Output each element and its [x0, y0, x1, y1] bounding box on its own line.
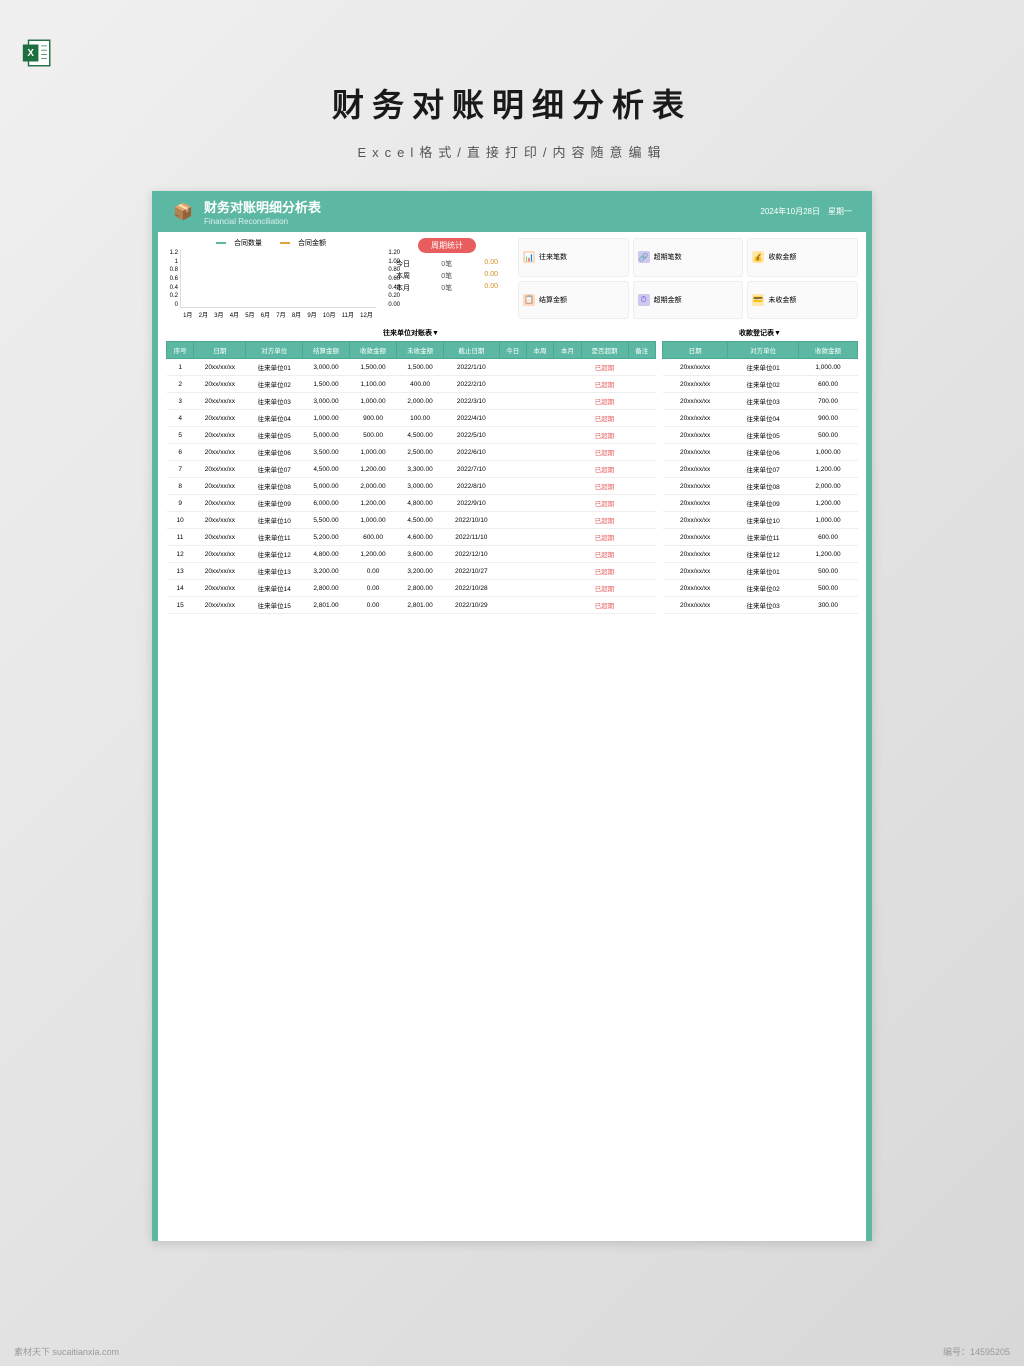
table-row: 20xx/xx/xx往来单位03300.00: [663, 597, 858, 614]
card-label: 未收金额: [768, 295, 796, 305]
stats-row: 本周0笔0.00: [382, 270, 512, 282]
table-row: 20xx/xx/xx往来单位091,200.00: [663, 495, 858, 512]
period-stats: 周期统计 今日0笔0.00本周0笔0.00本月0笔0.00: [382, 238, 512, 319]
watermark: 素材天下 sucaitianxia.com: [14, 1345, 119, 1358]
table-row: 1420xx/xx/xx往来单位142,800.000.002,800.0020…: [167, 580, 656, 597]
card-label: 结算金额: [539, 295, 567, 305]
table-row: 20xx/xx/xx往来单位02600.00: [663, 376, 858, 393]
card-icon: ⏱: [638, 294, 650, 306]
chart-y-right: 1.201.000.800.600.400.200.00: [388, 250, 400, 308]
page-subtitle: Excel格式/直接打印/内容随意编辑: [0, 142, 1024, 161]
footer-id: 编号：14595205: [943, 1345, 1010, 1358]
left-table-caption: 往来单位对账表▼: [166, 325, 656, 341]
table-row: 20xx/xx/xx往来单位101,000.00: [663, 512, 858, 529]
card-icon: 💳: [752, 294, 764, 306]
card-label: 超期金额: [654, 295, 682, 305]
table-row: 720xx/xx/xx往来单位074,500.001,200.003,300.0…: [167, 461, 656, 478]
receipt-table: 收款登记表▼ 日期对方单位收款金额20xx/xx/xx往来单位011,000.0…: [662, 325, 858, 614]
sheet-subtitle: Financial Reconciliation: [204, 217, 321, 226]
summary-card: 💳 未收金额: [747, 281, 858, 320]
card-label: 收款金额: [768, 252, 796, 262]
table-row: 20xx/xx/xx往来单位011,000.00: [663, 359, 858, 376]
page-title: 财务对账明细分析表: [0, 0, 1024, 126]
table-row: 820xx/xx/xx往来单位085,000.002,000.003,000.0…: [167, 478, 656, 495]
table-row: 1020xx/xx/xx往来单位105,500.001,000.004,500.…: [167, 512, 656, 529]
table-row: 420xx/xx/xx往来单位041,000.00900.00100.00202…: [167, 410, 656, 427]
chart-legend: 合同数量 合同金额: [166, 238, 376, 248]
table-row: 1220xx/xx/xx往来单位124,800.001,200.003,600.…: [167, 546, 656, 563]
card-label: 超期笔数: [654, 252, 682, 262]
table-row: 1120xx/xx/xx往来单位115,200.00600.004,600.00…: [167, 529, 656, 546]
sheet-date: 2024年10月28日 星期一: [760, 206, 852, 217]
right-table-caption: 收款登记表▼: [662, 325, 858, 341]
sheet-title: 财务对账明细分析表: [204, 197, 321, 216]
table-row: 20xx/xx/xx往来单位121,200.00: [663, 546, 858, 563]
card-icon: 🔗: [638, 251, 650, 263]
stats-row: 今日0笔0.00: [382, 258, 512, 270]
summary-card: 🔗 超期笔数: [633, 238, 744, 277]
summary-card: ⏱ 超期金额: [633, 281, 744, 320]
table-row: 20xx/xx/xx往来单位082,000.00: [663, 478, 858, 495]
table-row: 20xx/xx/xx往来单位05500.00: [663, 427, 858, 444]
table-row: 1320xx/xx/xx往来单位133,200.000.003,200.0020…: [167, 563, 656, 580]
chart-y-left: 1.210.80.60.40.20: [166, 250, 180, 308]
card-icon: 💰: [752, 251, 764, 263]
card-label: 往来笔数: [539, 252, 567, 262]
table-row: 320xx/xx/xx往来单位033,000.001,000.002,000.0…: [167, 393, 656, 410]
summary-card: 📋 结算金额: [518, 281, 629, 320]
excel-icon: X: [20, 36, 54, 70]
chart: 合同数量 合同金额 1.210.80.60.40.20 1.201.000.80…: [166, 238, 376, 319]
table-row: 1520xx/xx/xx往来单位152,801.000.002,801.0020…: [167, 597, 656, 614]
summary-card: 💰 收款金额: [747, 238, 858, 277]
card-icon: 📊: [523, 251, 535, 263]
table-row: 20xx/xx/xx往来单位04900.00: [663, 410, 858, 427]
table-row: 20xx/xx/xx往来单位071,200.00: [663, 461, 858, 478]
summary-cards: 📊 往来笔数 🔗 超期笔数 💰 收款金额 📋 结算金额 ⏱ 超期金额 💳 未收金额: [518, 238, 858, 319]
table-row: 520xx/xx/xx往来单位055,000.00500.004,500.002…: [167, 427, 656, 444]
table-row: 20xx/xx/xx往来单位061,000.00: [663, 444, 858, 461]
stats-row: 本月0笔0.00: [382, 282, 512, 294]
table-row: 20xx/xx/xx往来单位11600.00: [663, 529, 858, 546]
sheet-header: 📦 财务对账明细分析表 Financial Reconciliation 202…: [158, 191, 866, 232]
period-pill: 周期统计: [418, 238, 476, 253]
table-row: 120xx/xx/xx往来单位013,000.001,500.001,500.0…: [167, 359, 656, 376]
table-row: 20xx/xx/xx往来单位01500.00: [663, 563, 858, 580]
reconciliation-table: 往来单位对账表▼ 序号日期对方单位结算金额收款金额未收金额截止日期今日本周本月是…: [166, 325, 656, 614]
table-row: 920xx/xx/xx往来单位096,000.001,200.004,800.0…: [167, 495, 656, 512]
excel-sheet: 📦 财务对账明细分析表 Financial Reconciliation 202…: [152, 191, 872, 1241]
summary-card: 📊 往来笔数: [518, 238, 629, 277]
table-row: 20xx/xx/xx往来单位02500.00: [663, 580, 858, 597]
chart-plot-area: 1.201.000.800.600.400.200.00: [180, 250, 376, 308]
chart-x-axis: 1月2月3月4月5月6月7月8月9月10月11月12月: [180, 310, 376, 319]
card-icon: 📋: [523, 294, 535, 306]
header-icon: 📦: [172, 201, 194, 223]
table-row: 620xx/xx/xx往来单位063,500.001,000.002,500.0…: [167, 444, 656, 461]
svg-text:X: X: [27, 48, 34, 59]
table-row: 20xx/xx/xx往来单位03700.00: [663, 393, 858, 410]
table-row: 220xx/xx/xx往来单位021,500.001,100.00400.002…: [167, 376, 656, 393]
